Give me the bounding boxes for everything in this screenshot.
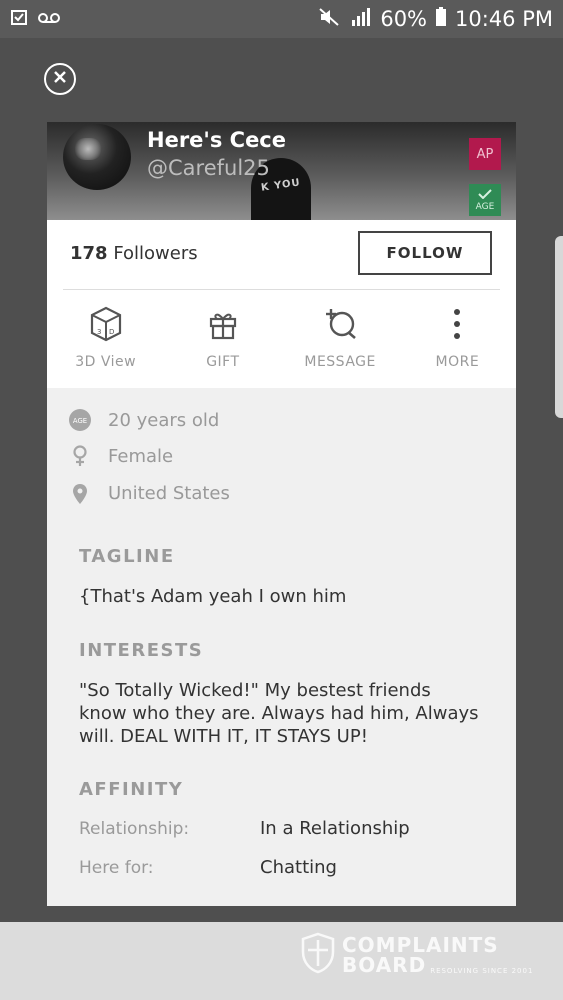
tagline-text: {That's Adam yeah I own him — [79, 586, 347, 607]
close-button[interactable] — [44, 63, 76, 95]
display-name: Here's Cece — [147, 128, 287, 152]
profile-actions-section: 178 Followers FOLLOW 3D 3D View GIFT MES… — [47, 220, 516, 388]
more-button[interactable]: MORE — [399, 306, 516, 376]
gender-row: Female — [69, 445, 173, 467]
edge-panel-handle[interactable] — [555, 236, 563, 418]
ap-badge[interactable]: AP — [469, 138, 501, 170]
task-check-icon — [10, 8, 28, 30]
close-icon — [52, 69, 68, 89]
profile-header: K YOU Here's Cece @Careful25 AP AGE — [47, 122, 516, 220]
status-bar: 60% 10:46 PM — [0, 0, 563, 38]
profile-card: K YOU Here's Cece @Careful25 AP AGE 178 … — [47, 122, 516, 906]
interests-heading: INTERESTS — [79, 640, 204, 661]
follow-button[interactable]: FOLLOW — [358, 231, 492, 275]
message-button[interactable]: MESSAGE — [282, 306, 399, 376]
gift-icon — [207, 306, 239, 342]
gift-button[interactable]: GIFT — [164, 306, 281, 376]
message-add-icon — [322, 306, 358, 342]
3d-cube-icon: 3D — [89, 306, 123, 342]
voicemail-icon — [38, 10, 60, 29]
age-row: AGE 20 years old — [69, 408, 219, 432]
mute-icon — [318, 7, 340, 32]
username: @Careful25 — [147, 156, 270, 180]
action-bar: 3D 3D View GIFT MESSAGE MORE — [47, 306, 516, 376]
bottom-area: COMPLAINTS BOARD RESOLVING SINCE 2001 — [0, 922, 563, 1000]
shield-icon — [300, 932, 336, 978]
age-icon: AGE — [69, 408, 91, 432]
svg-text:AGE: AGE — [73, 417, 87, 425]
location-pin-icon — [69, 483, 91, 504]
svg-text:3: 3 — [97, 328, 101, 336]
battery-icon — [435, 6, 447, 32]
watermark-logo: COMPLAINTS BOARD RESOLVING SINCE 2001 — [300, 932, 533, 978]
female-icon — [69, 445, 91, 467]
here-for-value: Chatting — [260, 857, 337, 878]
divider — [63, 289, 500, 290]
check-icon — [478, 188, 492, 202]
battery-percent: 60% — [380, 7, 428, 31]
tagline-heading: TAGLINE — [79, 546, 175, 567]
age-verified-badge[interactable]: AGE — [469, 184, 501, 216]
interests-text: "So Totally Wicked!" My bestest friends … — [79, 680, 479, 747]
clock: 10:46 PM — [455, 7, 553, 31]
lte-signal-icon — [348, 7, 372, 32]
followers-count[interactable]: 178 Followers — [70, 243, 198, 264]
location-row: United States — [69, 483, 230, 504]
affinity-heading: AFFINITY — [79, 779, 184, 800]
relationship-value: In a Relationship — [260, 818, 410, 839]
svg-text:D: D — [109, 328, 114, 336]
3d-view-button[interactable]: 3D 3D View — [47, 306, 164, 376]
here-for-label: Here for: — [79, 858, 154, 878]
relationship-label: Relationship: — [79, 819, 190, 839]
more-vertical-icon — [452, 306, 462, 342]
avatar[interactable] — [63, 124, 131, 190]
